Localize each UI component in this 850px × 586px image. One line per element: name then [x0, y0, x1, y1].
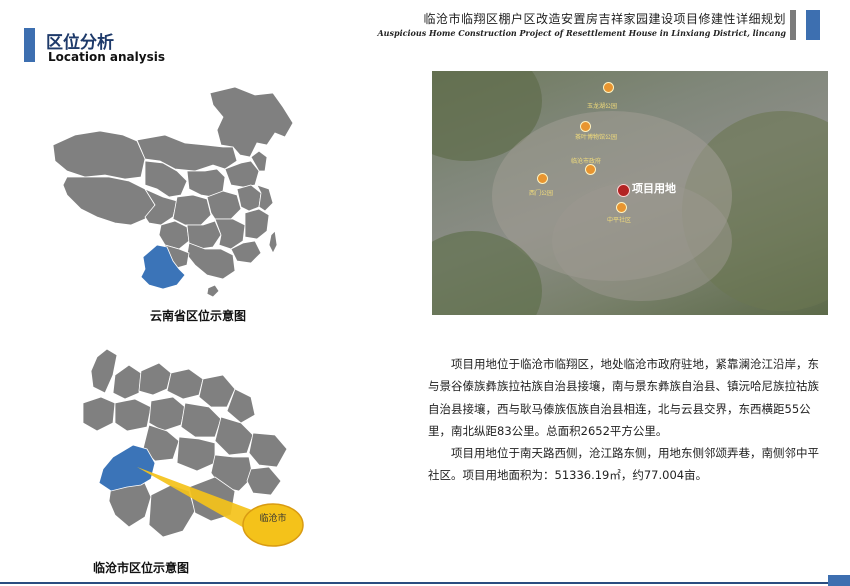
description-text: 项目用地位于临沧市临翔区，地处临沧市政府驻地，紧靠澜沧江沿岸，东与景谷傣族彝族拉… — [428, 353, 830, 487]
poi-label: 西门公园 — [529, 190, 554, 197]
project-site-label: 项目用地 — [632, 182, 676, 195]
poi-label: 临沧市政府 — [571, 158, 602, 165]
poi-label: 中平社区 — [607, 217, 632, 224]
callout-label: 临沧市 — [259, 514, 287, 524]
poi-marker — [616, 202, 627, 213]
section-subtitle: Location analysis — [48, 50, 165, 64]
corner-decoration-gray — [790, 10, 796, 40]
section-accent-bar — [24, 28, 35, 62]
poi-marker — [585, 164, 596, 175]
poi-marker — [537, 173, 548, 184]
poi-label: 玉龙湖公园 — [587, 103, 618, 110]
poi-marker — [603, 82, 614, 93]
poi-label: 茶叶博物馆公园 — [575, 134, 618, 141]
project-title-cn: 临沧市临翔区棚户区改造安置房吉祥家园建设项目修建性详细规划 — [423, 12, 786, 26]
project-site-marker — [617, 184, 630, 197]
yunnan-location-map: 临沧市 — [82, 348, 304, 547]
china-map-caption: 云南省区位示意图 — [150, 309, 247, 323]
corner-decoration-blue — [806, 10, 820, 40]
china-location-map — [52, 86, 294, 298]
satellite-map: 玉龙湖公园 茶叶博物馆公园 临沧市政府 西门公园 中平社区 项目用地 — [432, 71, 828, 315]
footer-line — [0, 582, 850, 584]
poi-marker — [580, 121, 591, 132]
description-paragraph: 项目用地位于南天路西侧，沧江路东侧，用地东侧邻颂弄巷，南侧邻中平社区。项目用地面… — [428, 446, 819, 483]
description-paragraph: 项目用地位于临沧市临翔区，地处临沧市政府驻地，紧靠澜沧江沿岸，东与景谷傣族彝族拉… — [428, 357, 819, 438]
yunnan-map-caption: 临沧市区位示意图 — [93, 561, 190, 575]
project-title-en: Auspicious Home Construction Project of … — [377, 28, 786, 38]
lincang-highlight — [98, 444, 156, 492]
footer-tab — [828, 575, 850, 586]
